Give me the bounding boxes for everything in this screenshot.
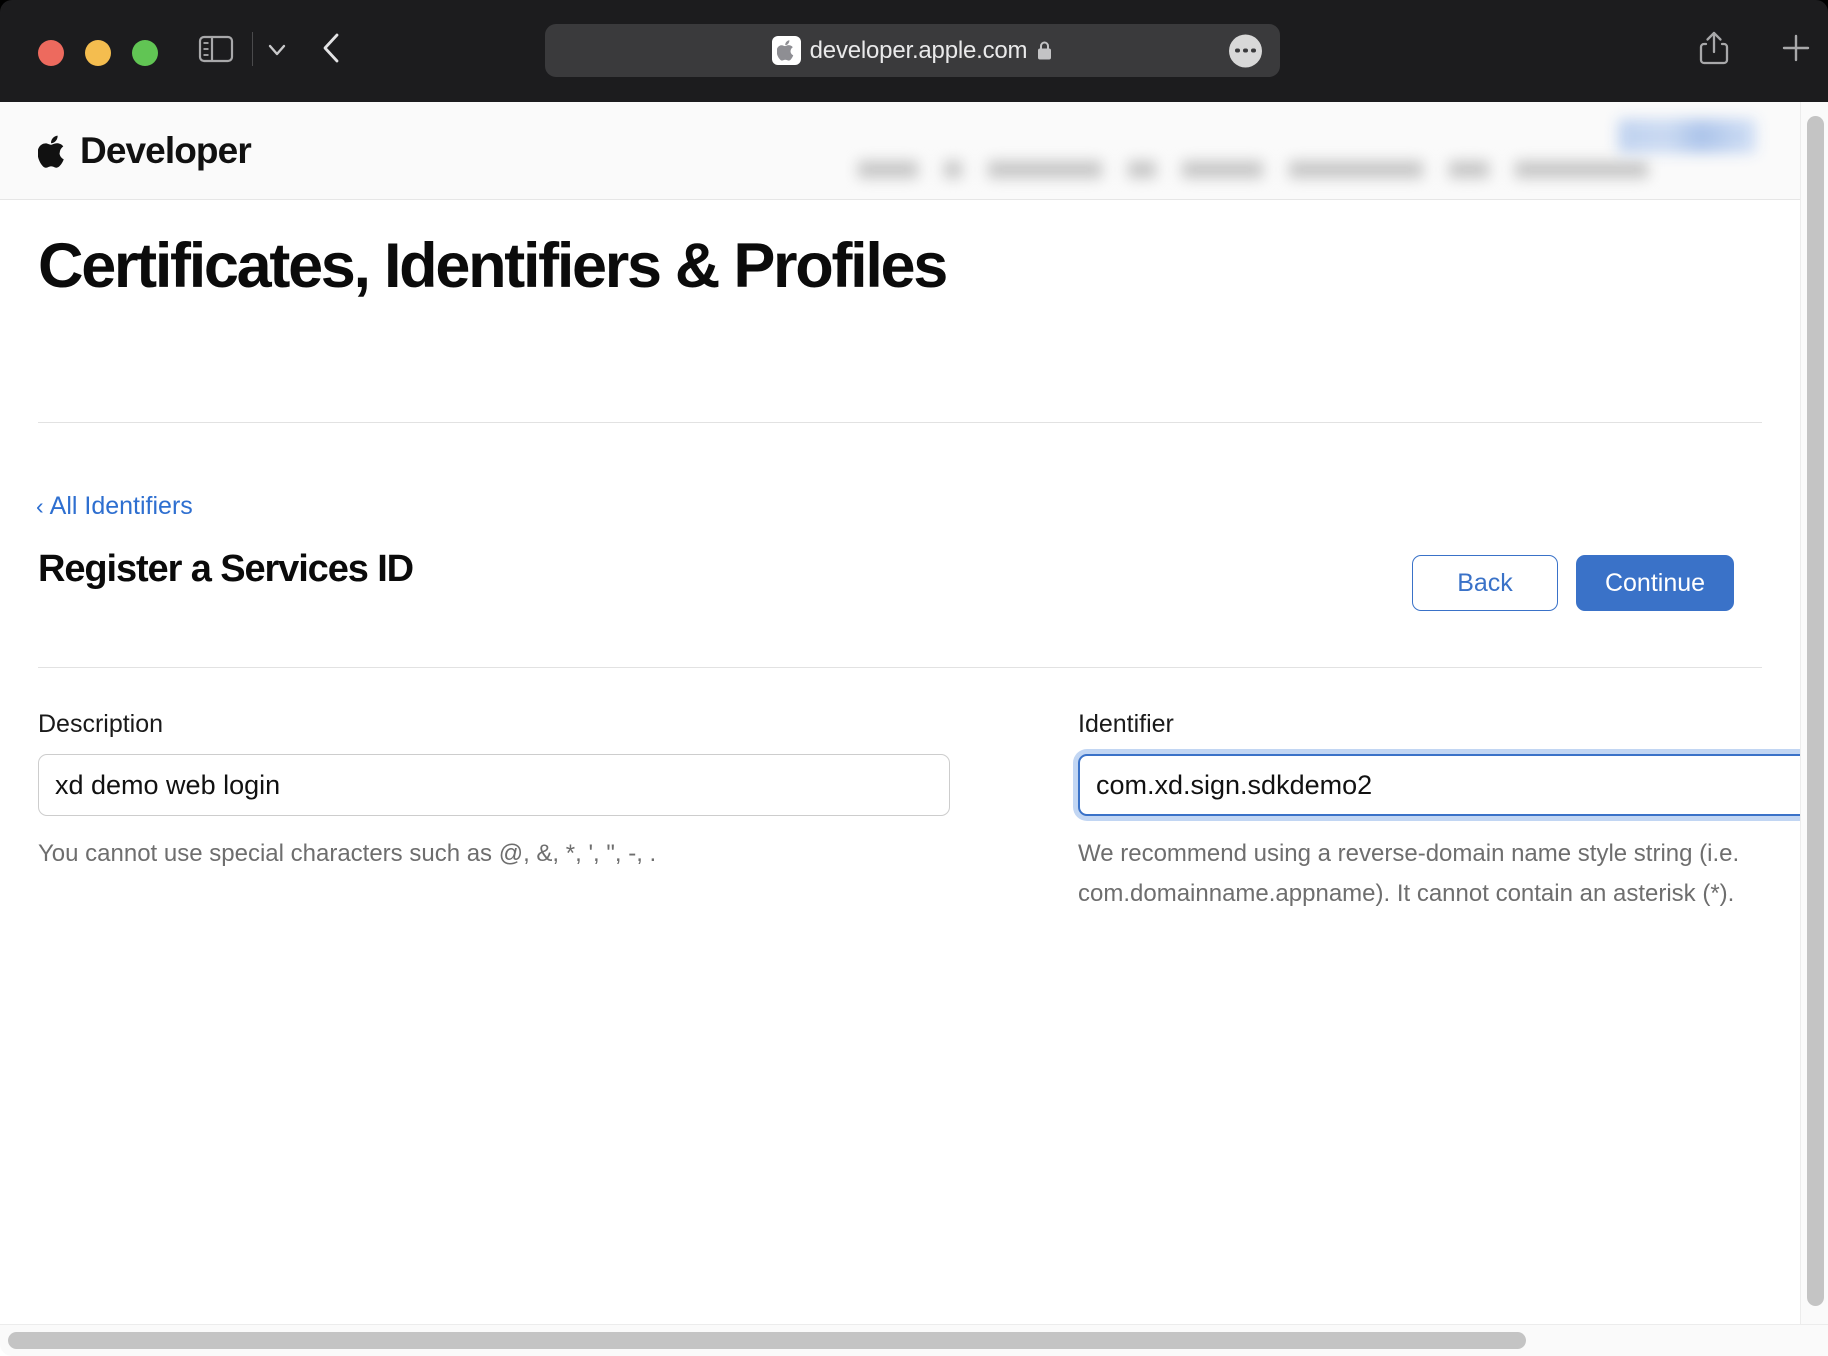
identifier-input[interactable] xyxy=(1078,754,1828,816)
form-actions: Back Continue xyxy=(1412,555,1734,611)
minimize-window-button[interactable] xyxy=(85,40,111,66)
section-title: Register a Services ID xyxy=(38,548,414,590)
vertical-scrollbar[interactable] xyxy=(1800,102,1828,1356)
title-divider xyxy=(38,422,1762,423)
share-icon[interactable] xyxy=(1696,26,1732,70)
chevron-left-icon: ‹ xyxy=(36,493,44,519)
header-nav-blurred xyxy=(858,150,1648,188)
account-name-blurred[interactable] xyxy=(1618,119,1756,153)
description-label: Description xyxy=(38,710,164,738)
close-window-button[interactable] xyxy=(38,40,64,66)
apple-developer-logo[interactable]: Developer xyxy=(37,130,252,172)
identifier-label: Identifier xyxy=(1078,710,1174,738)
brand-name: Developer xyxy=(80,130,252,171)
address-bar-url: developer.apple.com xyxy=(809,36,1028,64)
window-controls xyxy=(38,40,158,66)
site-header: Developer xyxy=(0,102,1800,200)
page-viewport: Developer Certificates, Identifiers & Pr… xyxy=(0,102,1828,1356)
back-arrow-icon[interactable] xyxy=(316,28,350,68)
description-field-group: Description You cannot use special chara… xyxy=(38,710,950,874)
sidebar-toggle-icon[interactable] xyxy=(196,33,236,65)
section-divider xyxy=(38,667,1762,668)
vertical-scrollbar-thumb[interactable] xyxy=(1807,116,1824,1306)
breadcrumb-all-identifiers[interactable]: ‹ All Identifiers xyxy=(36,492,193,521)
new-tab-icon[interactable] xyxy=(1778,28,1814,68)
apple-logo-icon xyxy=(37,134,68,169)
page-title: Certificates, Identifiers & Profiles xyxy=(38,231,948,301)
continue-button[interactable]: Continue xyxy=(1576,555,1734,611)
toolbar-divider xyxy=(252,32,253,66)
maximize-window-button[interactable] xyxy=(132,40,158,66)
breadcrumb-label: All Identifiers xyxy=(49,492,193,520)
identifier-hint: We recommend using a reverse-domain name… xyxy=(1078,840,1740,907)
horizontal-scrollbar-thumb[interactable] xyxy=(8,1332,1526,1349)
more-options-icon[interactable] xyxy=(1229,34,1262,67)
horizontal-scrollbar[interactable] xyxy=(0,1324,1828,1356)
description-hint: You cannot use special characters such a… xyxy=(38,840,657,867)
browser-toolbar: developer.apple.com xyxy=(0,0,1828,102)
apple-logo-icon xyxy=(771,36,801,65)
address-bar[interactable]: developer.apple.com xyxy=(545,24,1280,77)
identifier-field-group: Identifier We recommend using a reverse-… xyxy=(1078,710,1828,914)
description-input[interactable] xyxy=(38,754,950,816)
lock-icon xyxy=(1036,40,1053,61)
back-button[interactable]: Back xyxy=(1412,555,1558,611)
chevron-down-icon[interactable] xyxy=(262,33,292,65)
